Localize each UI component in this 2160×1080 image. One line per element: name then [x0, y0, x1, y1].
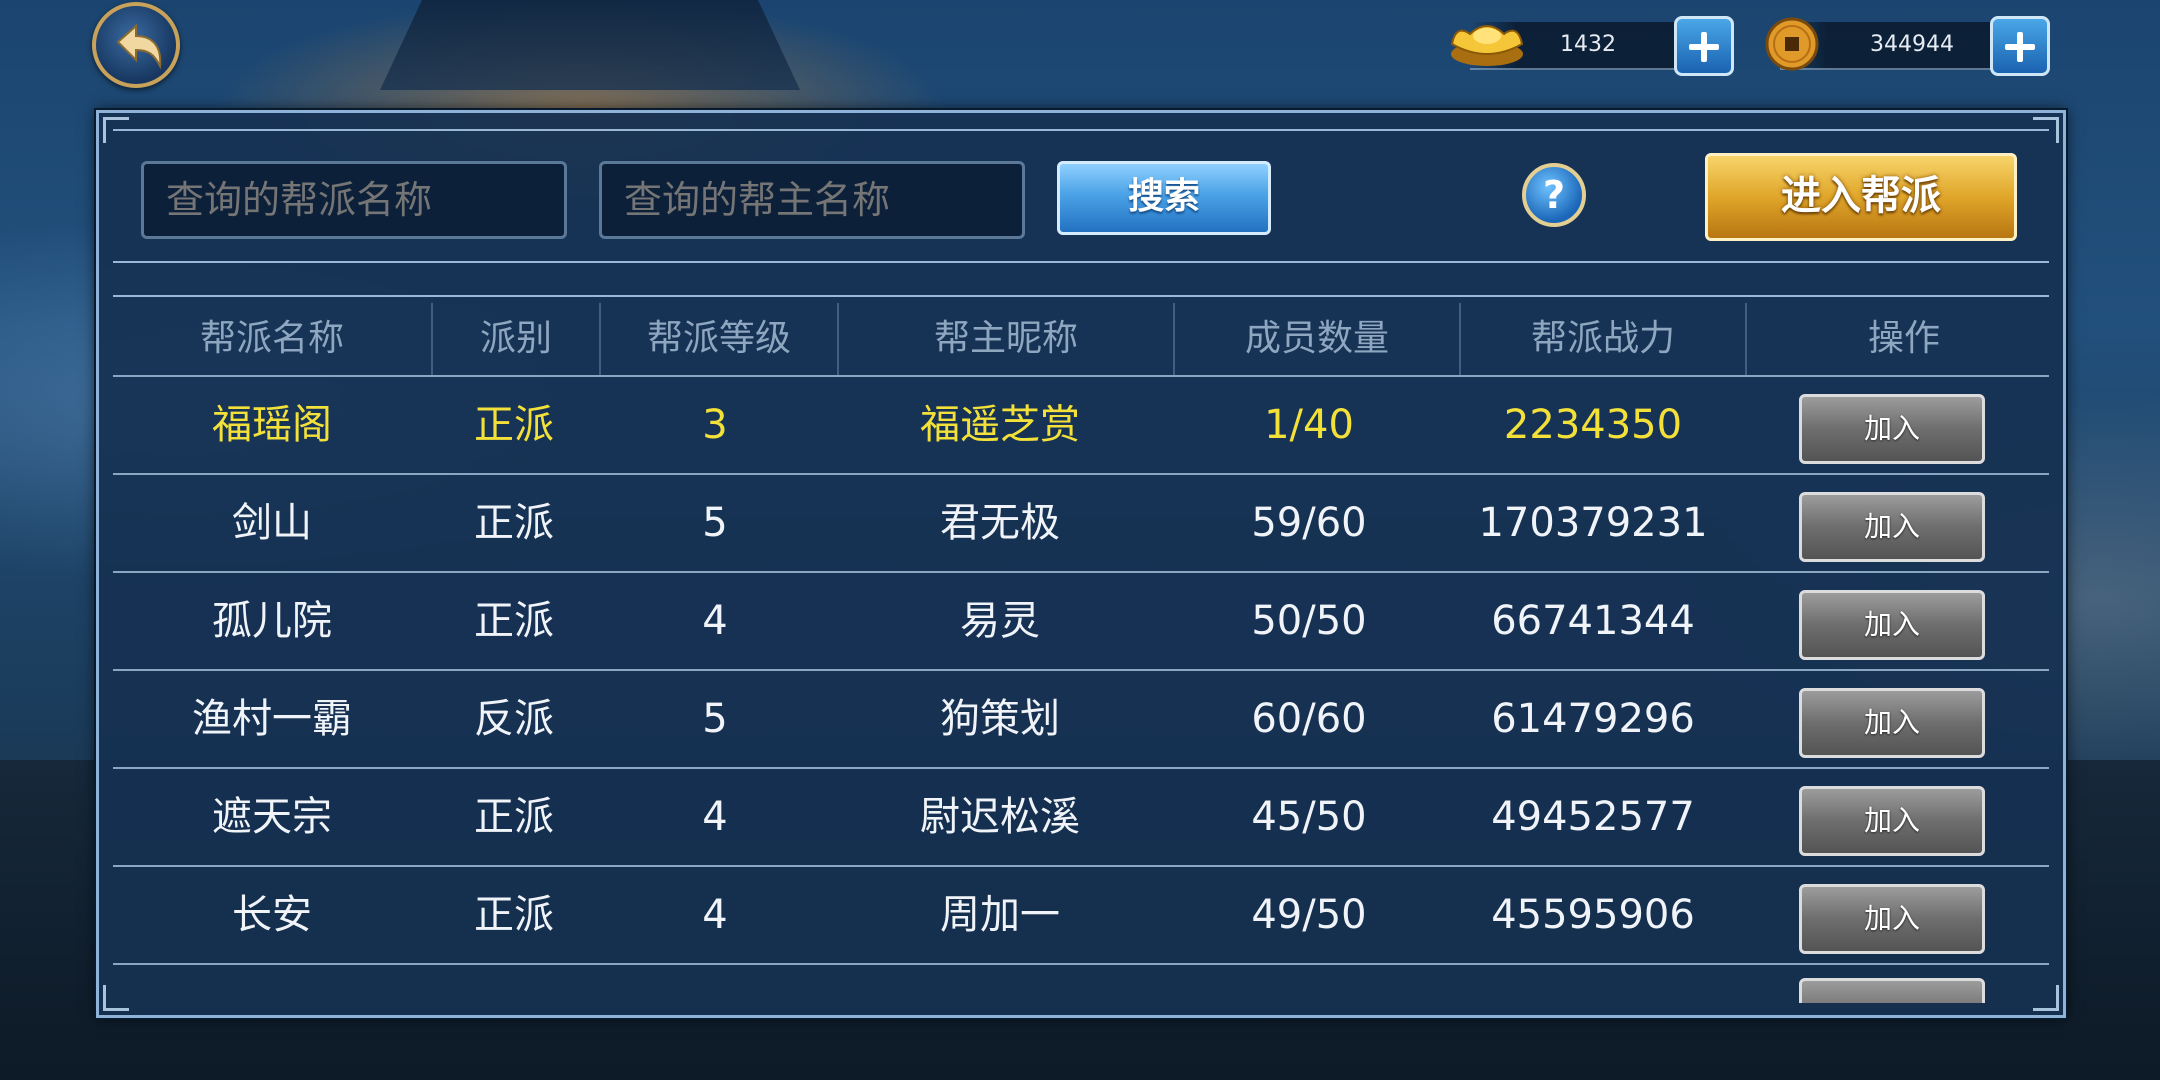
guild-members-cell: 59/60 [1251, 500, 1367, 546]
guild-leader-cell: 易灵 [960, 598, 1040, 644]
guild-level-cell: 5 [702, 696, 728, 742]
add-gold-button[interactable] [1674, 16, 1734, 76]
coin-amount: 344944 [1870, 32, 1954, 57]
column-header: 帮派等级 [601, 303, 839, 375]
join-guild-button[interactable]: 加入 [1799, 492, 1985, 562]
column-header: 帮主昵称 [839, 303, 1175, 375]
guild-faction-cell: 正派 [474, 892, 554, 938]
guild-members-cell: 1/40 [1264, 402, 1354, 448]
guild-faction-cell: 正派 [474, 402, 554, 448]
guild-table: 帮派名称 派别 帮派等级 帮主昵称 成员数量 帮派战力 操作 福瑶阁 正派 3 福遥芝… [113, 303, 2049, 1003]
action-cell: 加入 [1735, 573, 2049, 669]
background-roof [380, 0, 800, 90]
action-cell [1735, 965, 2049, 1003]
table-row: 渔村一霸 反派 5 狗策划 60/60 61479296 加入 [113, 669, 2049, 767]
add-coin-button[interactable] [1990, 16, 2050, 76]
guild-power-cell: 61479296 [1491, 696, 1695, 742]
guild-leader-cell: 福遥芝赏 [920, 402, 1080, 448]
help-icon[interactable]: ? [1522, 163, 1586, 227]
guild-leader-cell: 狗策划 [940, 696, 1060, 742]
guild-members-cell: 45/50 [1251, 794, 1367, 840]
back-arrow-icon [116, 23, 162, 70]
guild-members-cell: 60/60 [1251, 696, 1367, 742]
guild-name-cell: 长安 [232, 892, 312, 938]
action-cell: 加入 [1735, 475, 2049, 571]
guild-members-cell: 50/50 [1251, 598, 1367, 644]
enter-guild-button[interactable]: 进入帮派 [1705, 153, 2017, 241]
action-cell: 加入 [1735, 671, 2049, 767]
guild-members-cell: 49/50 [1251, 892, 1367, 938]
guild-leader-cell: 君无极 [940, 500, 1060, 546]
guild-level-cell: 5 [702, 500, 728, 546]
table-row: 剑山 正派 5 君无极 59/60 170379231 加入 [113, 473, 2049, 571]
guild-name-cell: 剑山 [232, 500, 312, 546]
column-header: 帮派名称 [113, 303, 433, 375]
guild-power-cell: 45595906 [1491, 892, 1695, 938]
table-row: 福瑶阁 正派 3 福遥芝赏 1/40 2234350 加入 [113, 375, 2049, 473]
column-header: 帮派战力 [1461, 303, 1747, 375]
join-guild-button[interactable]: 加入 [1799, 688, 1985, 758]
guild-name-cell: 遮天宗 [212, 794, 332, 840]
table-row: 长安 正派 4 周加一 49/50 45595906 加入 [113, 865, 2049, 963]
join-guild-button[interactable]: 加入 [1799, 394, 1985, 464]
action-cell: 加入 [1735, 867, 2049, 963]
action-cell: 加入 [1735, 377, 2049, 473]
table-row: 孤儿院 正派 4 易灵 50/50 66741344 加入 [113, 571, 2049, 669]
guild-power-cell: 2234350 [1503, 402, 1683, 448]
guild-level-cell: 4 [702, 794, 728, 840]
guild-faction-cell: 反派 [474, 696, 554, 742]
back-button[interactable] [92, 2, 180, 88]
guild-faction-cell: 正派 [474, 500, 554, 546]
search-button[interactable]: 搜索 [1057, 161, 1271, 235]
join-guild-button[interactable]: 加入 [1799, 590, 1985, 660]
action-cell: 加入 [1735, 769, 2049, 865]
guild-power-cell: 49452577 [1491, 794, 1695, 840]
table-row-partial [113, 963, 2049, 1003]
guild-level-cell: 4 [702, 892, 728, 938]
table-row: 遮天宗 正派 4 尉迟松溪 45/50 49452577 加入 [113, 767, 2049, 865]
column-header: 操作 [1867, 318, 1940, 359]
guild-name-search-input[interactable] [141, 161, 567, 239]
panel-divider [113, 295, 2049, 297]
leader-name-search-input[interactable] [599, 161, 1025, 239]
guild-faction-cell: 正派 [474, 598, 554, 644]
panel-divider [113, 129, 2049, 131]
guild-power-cell: 66741344 [1491, 598, 1695, 644]
guild-level-cell: 3 [702, 402, 728, 448]
gold-amount: 1432 [1560, 32, 1616, 57]
gold-ingot-icon [1450, 25, 1524, 66]
guild-list-panel: 搜索 ? 进入帮派 帮派名称 派别 帮派等级 帮主昵称 成员数量 帮派战力 操作… [96, 110, 2066, 1018]
guild-name-cell: 福瑶阁 [212, 402, 332, 448]
join-guild-button[interactable]: 加入 [1799, 786, 1985, 856]
copper-coin-icon [1765, 17, 1819, 71]
guild-faction-cell: 正派 [474, 794, 554, 840]
guild-leader-cell: 周加一 [940, 892, 1060, 938]
column-header: 成员数量 [1175, 303, 1461, 375]
panel-divider [113, 261, 2049, 263]
table-header: 帮派名称 派别 帮派等级 帮主昵称 成员数量 帮派战力 操作 [113, 303, 2049, 375]
guild-name-cell: 孤儿院 [212, 598, 332, 644]
column-header: 派别 [433, 303, 601, 375]
guild-level-cell: 4 [702, 598, 728, 644]
guild-leader-cell: 尉迟松溪 [920, 794, 1080, 840]
guild-name-cell: 渔村一霸 [192, 696, 352, 742]
guild-power-cell: 170379231 [1478, 500, 1708, 546]
join-guild-button[interactable]: 加入 [1799, 884, 1985, 954]
join-guild-button[interactable] [1799, 978, 1985, 1003]
